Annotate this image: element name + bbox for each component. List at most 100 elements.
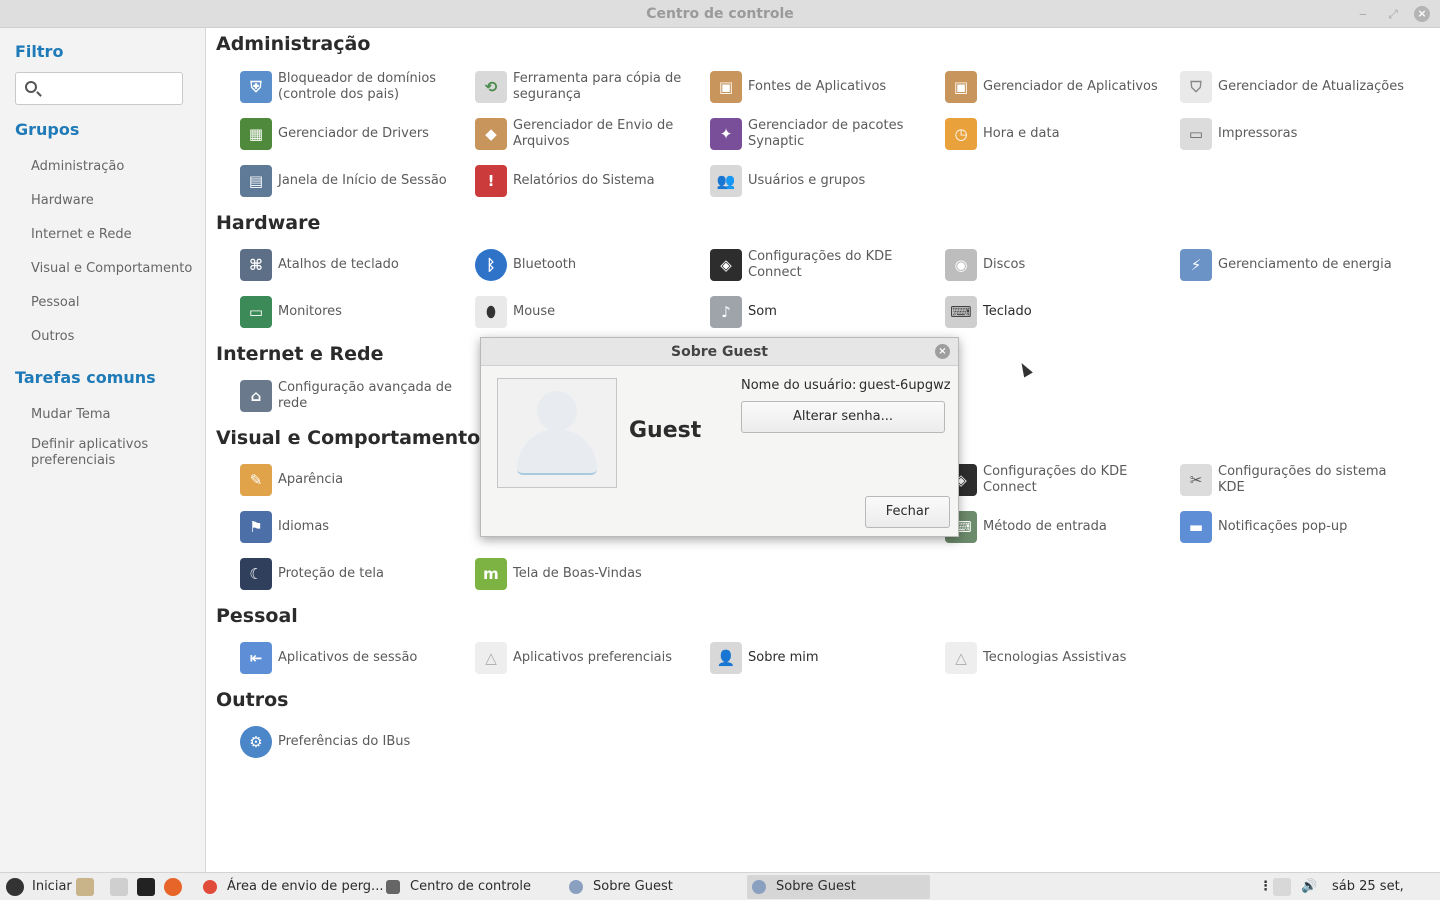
clock[interactable]: sáb 25 set, 14:27 (1332, 873, 1440, 900)
start-menu-button[interactable]: Iniciar (32, 873, 72, 900)
maximize-button[interactable]: ⤢ (1385, 6, 1401, 22)
task-about-guest-1[interactable]: Sobre Guest (593, 873, 673, 900)
item-login-window[interactable]: ▤ Janela de Início de Sessão (240, 161, 472, 201)
item-session-apps[interactable]: ⇤ Aplicativos de sessão (240, 638, 472, 678)
item-software-sources[interactable]: ▣ Fontes de Aplicativos (710, 67, 942, 107)
item-monitors[interactable]: ▭ Monitores (240, 292, 472, 332)
assistive-tech-icon: △ (945, 642, 977, 674)
screensaver-icon: ☾ (240, 558, 272, 590)
item-keyboard-shortcuts[interactable]: ⌘ Atalhos de teclado (240, 245, 472, 285)
item-driver-manager[interactable]: ▦ Gerenciador de Drivers (240, 114, 472, 154)
keyboard-icon: ⌨ (945, 296, 977, 328)
item-languages[interactable]: ⚑ Idiomas (240, 507, 472, 547)
item-synaptic[interactable]: ✦ Gerenciador de pacotes Synaptic (710, 114, 942, 154)
item-printers[interactable]: ▭ Impressoras (1180, 114, 1412, 154)
file-manager-icon[interactable] (110, 878, 128, 896)
item-screensaver[interactable]: ☾ Proteção de tela (240, 554, 472, 594)
groups-heading: Grupos (15, 120, 80, 139)
sidebar-item-visual[interactable]: Visual e Comportamento (31, 261, 192, 277)
volume-icon[interactable]: 🔊 (1301, 873, 1317, 900)
kde-connect-icon: ◈ (710, 249, 742, 281)
item-notifications[interactable]: ▬ Notificações pop-up (1180, 507, 1412, 547)
item-backup[interactable]: ⟲ Ferramenta para cópia de segurança (475, 67, 707, 107)
file-sender-icon: ◆ (475, 118, 507, 150)
item-about-me[interactable]: 👤 Sobre mim (710, 638, 942, 678)
login-window-icon: ▤ (240, 165, 272, 197)
control-center-icon (386, 880, 400, 894)
mint-menu-icon[interactable] (6, 878, 24, 896)
item-preferred-apps[interactable]: △ Aplicativos preferenciais (475, 638, 707, 678)
users-icon: 👥 (710, 165, 742, 197)
item-bluetooth[interactable]: ᛒ Bluetooth (475, 245, 707, 285)
item-date-time[interactable]: ◷ Hora e data (945, 114, 1177, 154)
disk-icon: ◉ (945, 249, 977, 281)
sidebar: Filtro Grupos Administração Hardware Int… (0, 28, 206, 872)
avatar-head (537, 391, 577, 431)
close-icon[interactable]: × (935, 344, 950, 359)
item-input-method[interactable]: ⌨ Método de entrada (945, 507, 1177, 547)
section-title-visual: Visual e Comportamento (216, 427, 481, 449)
firefox-icon[interactable] (164, 878, 182, 896)
item-ibus-prefs[interactable]: ⚙ Preferências do IBus (240, 722, 472, 762)
sidebar-item-pessoal[interactable]: Pessoal (31, 295, 79, 311)
keyboard-shortcuts-icon: ⌘ (240, 249, 272, 281)
task-control-center[interactable]: Centro de controle (410, 873, 531, 900)
section-title-pessoal: Pessoal (216, 605, 298, 627)
folder-icon[interactable] (76, 878, 94, 896)
item-keyboard[interactable]: ⌨ Teclado (945, 292, 1177, 332)
tools-icon: ✂ (1180, 464, 1212, 496)
section-title-administracao: Administração (216, 33, 371, 55)
search-input[interactable] (15, 72, 183, 105)
sidebar-item-internet[interactable]: Internet e Rede (31, 227, 132, 243)
mouse-icon: ⬮ (475, 296, 507, 328)
item-system-reports[interactable]: ! Relatórios do Sistema (475, 161, 707, 201)
item-assistive-tech[interactable]: △ Tecnologias Assistivas (945, 638, 1177, 678)
section-title-outros: Outros (216, 689, 289, 711)
tray-menu-icon[interactable]: ⋮ (1259, 873, 1272, 900)
item-kde-system-settings[interactable]: ✂ Configurações do sistema KDE (1180, 460, 1412, 500)
item-update-manager[interactable]: ⛉ Gerenciador de Atualizações (1180, 67, 1412, 107)
item-disks[interactable]: ◉ Discos (945, 245, 1177, 285)
driver-chip-icon: ▦ (240, 118, 272, 150)
system-reports-icon: ! (475, 165, 507, 197)
avatar[interactable] (497, 378, 617, 488)
sidebar-item-administracao[interactable]: Administração (31, 159, 124, 175)
sidebar-item-outros[interactable]: Outros (31, 329, 74, 345)
flag-icon: ⚑ (240, 511, 272, 543)
task-preferred-apps[interactable]: Definir aplicativos preferenciais (31, 437, 191, 469)
close-button[interactable]: Fechar (865, 496, 950, 528)
username-value: guest-6upgwz (859, 378, 951, 393)
about-user-dialog: Sobre Guest × Guest Nome do usuário: gue… (480, 337, 959, 537)
task-chrome[interactable]: Área de envio de perg... (227, 873, 383, 900)
network-tray-icon[interactable] (1273, 878, 1291, 896)
user-icon (752, 880, 766, 894)
power-icon: ⚡ (1180, 249, 1212, 281)
item-users-groups[interactable]: 👥 Usuários e grupos (710, 161, 942, 201)
item-file-sender[interactable]: ◆ Gerenciador de Envio de Arquivos (475, 114, 707, 154)
item-network-advanced[interactable]: ⌂ Configuração avançada de rede (240, 376, 472, 416)
section-title-hardware: Hardware (216, 212, 321, 234)
item-bloqueador[interactable]: ⛨ Bloqueador de domínios (controle dos p… (240, 67, 472, 107)
close-window-button[interactable]: × (1414, 6, 1430, 22)
item-mouse[interactable]: ⬮ Mouse (475, 292, 707, 332)
minimize-button[interactable]: ‒ (1355, 6, 1371, 22)
item-appearance[interactable]: ✎ Aparência (240, 460, 472, 500)
speaker-icon: ♪ (710, 296, 742, 328)
preferred-apps-icon: △ (475, 642, 507, 674)
task-change-theme[interactable]: Mudar Tema (31, 407, 111, 423)
change-password-button[interactable]: Alterar senha... (741, 401, 945, 433)
item-power[interactable]: ⚡ Gerenciamento de energia (1180, 245, 1412, 285)
item-sound[interactable]: ♪ Som (710, 292, 942, 332)
bluetooth-icon: ᛒ (475, 249, 507, 281)
sidebar-item-hardware[interactable]: Hardware (31, 193, 94, 209)
session-apps-icon: ⇤ (240, 642, 272, 674)
item-kde-connect[interactable]: ◈ Configurações do KDE Connect (710, 245, 942, 285)
terminal-icon[interactable] (137, 878, 155, 896)
display-name: Guest (629, 418, 702, 443)
task-about-guest-2[interactable]: Sobre Guest (776, 873, 856, 900)
section-title-internet: Internet e Rede (216, 343, 384, 365)
item-kde-connect-visual[interactable]: ◈ Configurações do KDE Connect (945, 460, 1177, 500)
item-software-manager[interactable]: ▣ Gerenciador de Aplicativos (945, 67, 1177, 107)
chrome-icon (203, 880, 217, 894)
item-welcome-screen[interactable]: m Tela de Boas-Vindas (475, 554, 707, 594)
